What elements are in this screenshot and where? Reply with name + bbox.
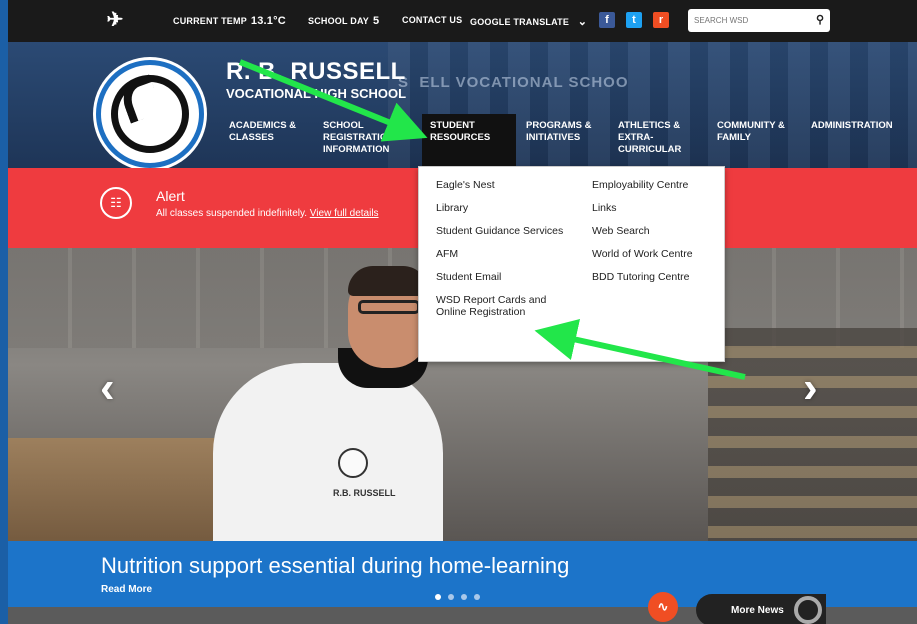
google-translate-label: GOOGLE TRANSLATE <box>470 17 570 27</box>
student-resources-dropdown: Eagle's Nest Library Student Guidance Serv… <box>418 166 725 362</box>
alert-title: Alert <box>156 188 185 204</box>
more-news-arrow-icon <box>794 596 822 624</box>
site-header: S ELL VOCATIONAL SCHOO R. B. RUSSELL VOC… <box>8 42 917 168</box>
chef-jacket-text: R.B. RUSSELL <box>333 488 396 498</box>
hero-boxes <box>8 438 238 541</box>
school-day: SCHOOL DAY 5 <box>308 15 379 27</box>
dropdown-item-left-1[interactable]: Library <box>436 202 576 214</box>
nav-academics[interactable]: ACADEMICS & CLASSES <box>229 120 309 144</box>
google-translate-button[interactable]: GOOGLE TRANSLATE ⌄ <box>470 15 587 28</box>
dropdown-left-column: Eagle's Nest Library Student Guidance Serv… <box>436 179 576 329</box>
slider-dot-1[interactable] <box>435 594 441 600</box>
rss-icon[interactable]: r <box>653 12 669 28</box>
school-name[interactable]: R. B. RUSSELL <box>226 58 406 86</box>
twitter-icon[interactable]: t <box>626 12 642 28</box>
dropdown-item-left-5[interactable]: WSD Report Cards and Online Registration <box>436 294 576 318</box>
alert-message: All classes suspended indefinitely. View… <box>156 208 379 219</box>
dropdown-item-right-2[interactable]: Web Search <box>592 225 722 237</box>
alert-message-text: All classes suspended indefinitely. <box>156 208 308 219</box>
dropdown-item-left-4[interactable]: Student Email <box>436 271 576 283</box>
chef-jacket-logo <box>338 448 368 478</box>
hero-shelves <box>708 328 917 541</box>
contact-us-link[interactable]: CONTACT US <box>402 15 462 25</box>
dropdown-item-right-0[interactable]: Employability Centre <box>592 179 722 191</box>
dropdown-item-left-2[interactable]: Student Guidance Services <box>436 225 576 237</box>
dropdown-item-right-4[interactable]: BDD Tutoring Centre <box>592 271 722 283</box>
nav-athletics[interactable]: ATHLETICS & EXTRA-CURRICULAR <box>618 120 698 156</box>
search-icon[interactable]: ⚲ <box>816 13 824 26</box>
search-input[interactable] <box>694 12 804 29</box>
school-crest-logo[interactable] <box>96 60 204 168</box>
nav-community[interactable]: COMMUNITY & FAMILY <box>717 120 797 144</box>
nav-administration[interactable]: ADMINISTRATION <box>811 120 911 132</box>
chef-jacket <box>213 363 443 541</box>
dropdown-item-left-3[interactable]: AFM <box>436 248 576 260</box>
slider-dot-3[interactable] <box>461 594 467 600</box>
school-day-label: SCHOOL DAY <box>308 16 370 26</box>
facebook-icon[interactable]: f <box>599 12 615 28</box>
dropdown-item-right-3[interactable]: World of Work Centre <box>592 248 722 260</box>
school-subtitle: VOCATIONAL HIGH SCHOOL <box>226 86 407 101</box>
page-frame: ✈ CURRENT TEMP 13.1°C SCHOOL DAY 5 CONTACT… <box>8 0 917 624</box>
chef-glasses <box>358 300 420 314</box>
current-temp-label: CURRENT TEMP <box>173 16 247 26</box>
dropdown-right-column: Employability Centre Links Web Search World… <box>592 179 722 294</box>
nav-programs[interactable]: PROGRAMS & INITIATIVES <box>526 120 596 144</box>
school-day-value: 5 <box>373 15 380 27</box>
read-more-link[interactable]: Read More <box>101 584 152 595</box>
dropdown-item-left-0[interactable]: Eagle's Nest <box>436 179 576 191</box>
slider-dot-4[interactable] <box>474 594 480 600</box>
slider-next-button[interactable]: › <box>803 363 818 413</box>
alert-barrier-icon: ☷ <box>100 187 132 219</box>
eagle-logo-icon[interactable]: ✈ <box>100 8 130 32</box>
search-box: ⚲ <box>688 9 830 32</box>
slider-dot-2[interactable] <box>448 594 454 600</box>
news-rss-icon[interactable]: ∿ <box>648 592 678 622</box>
nav-student-resources[interactable]: STUDENT RESOURCES <box>422 114 516 168</box>
nav-school-registration[interactable]: SCHOOL REGISTRATION INFORMATION <box>323 120 405 156</box>
top-bar: ✈ CURRENT TEMP 13.1°C SCHOOL DAY 5 CONTACT… <box>8 0 917 42</box>
dropdown-item-right-1[interactable]: Links <box>592 202 722 214</box>
slider-dots <box>435 587 487 605</box>
slide-headline[interactable]: Nutrition support essential during home-… <box>101 553 569 579</box>
chef-hair <box>348 266 428 296</box>
chevron-down-icon: ⌄ <box>577 16 588 28</box>
current-temp: CURRENT TEMP 13.1°C <box>173 15 286 27</box>
more-news-button[interactable]: More News <box>696 594 826 624</box>
current-temp-value: 13.1°C <box>250 15 286 27</box>
slider-prev-button[interactable]: ‹ <box>100 363 115 413</box>
more-news-label: More News <box>731 605 784 616</box>
header-building-sign: S ELL VOCATIONAL SCHOO <box>398 74 629 91</box>
view-full-details-link[interactable]: View full details <box>310 208 379 219</box>
